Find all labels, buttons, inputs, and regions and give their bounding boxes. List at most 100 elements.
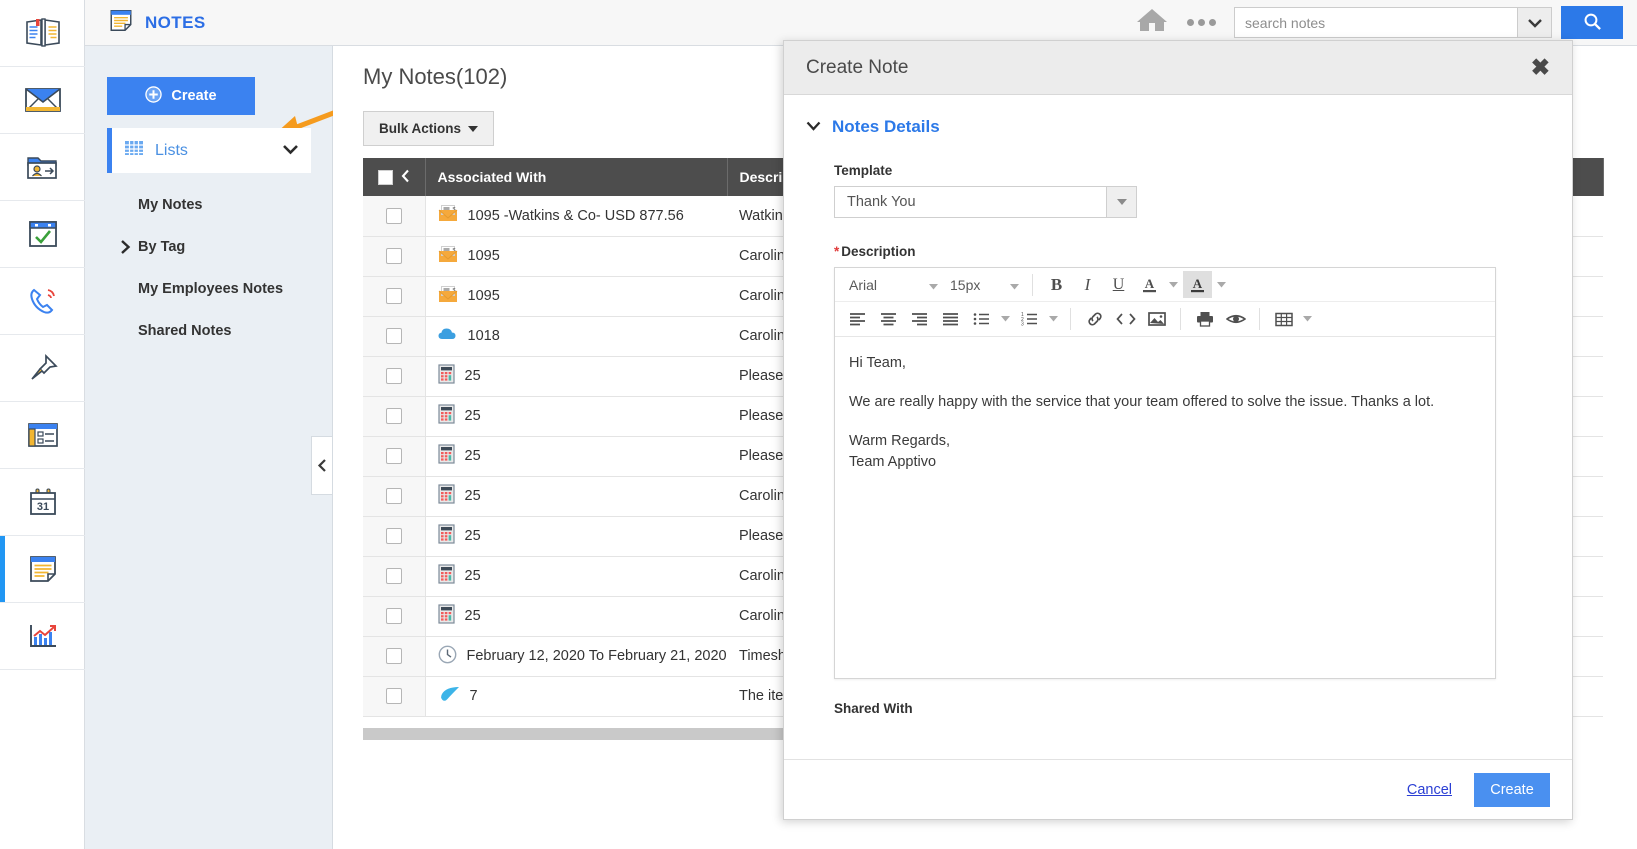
app-root: 31 NOTES search notes Create Lists My No… <box>0 0 1637 849</box>
associated-with-text: 1095 <box>467 248 500 264</box>
create-button[interactable]: Create <box>107 77 255 115</box>
description-editor-content[interactable]: Hi Team, We are really happy with the se… <box>835 337 1495 678</box>
numbered-list-icon[interactable]: 123 <box>1015 306 1044 333</box>
invoice-envelope-icon: $ <box>438 245 458 267</box>
sidebar-lists-group[interactable]: Lists <box>107 128 311 173</box>
row-checkbox[interactable] <box>385 368 402 385</box>
font-size-select[interactable]: 15px <box>944 272 1019 298</box>
calculator-icon <box>437 364 455 388</box>
rail-item-newsletter[interactable] <box>0 402 85 469</box>
font-color-caret-icon[interactable] <box>1166 271 1181 298</box>
associated-with-cell: 25 <box>425 356 727 397</box>
notes-details-section-header[interactable]: Notes Details <box>806 117 1550 137</box>
more-options-icon[interactable] <box>1183 19 1234 26</box>
rail-item-contacts[interactable] <box>0 134 85 201</box>
row-checkbox[interactable] <box>385 488 402 505</box>
source-code-icon[interactable] <box>1111 306 1140 333</box>
align-justify-icon[interactable] <box>936 306 965 333</box>
close-icon[interactable]: ✖ <box>1531 56 1550 79</box>
bulk-actions-button[interactable]: Bulk Actions <box>363 111 495 146</box>
insert-image-icon[interactable] <box>1142 306 1171 333</box>
create-button-label: Create <box>171 88 217 104</box>
highlight-color-icon[interactable]: A <box>1183 271 1212 298</box>
calculator-icon <box>437 484 455 508</box>
dialog-footer: Cancel Create <box>784 759 1572 819</box>
row-checkbox[interactable] <box>385 688 402 705</box>
table-icon[interactable] <box>1269 306 1298 333</box>
shared-with-label: Shared With <box>834 701 913 716</box>
rail-item-tasks[interactable] <box>0 201 85 268</box>
notes-icon <box>27 554 59 584</box>
template-select[interactable]: Thank You <box>834 186 1137 218</box>
dialog-header: Create Note ✖ <box>784 41 1572 95</box>
cancel-button[interactable]: Cancel <box>1407 782 1452 798</box>
search-button[interactable] <box>1561 6 1623 39</box>
row-checkbox[interactable] <box>385 207 402 224</box>
row-checkbox[interactable] <box>385 288 402 305</box>
font-color-icon[interactable]: A <box>1135 271 1164 298</box>
row-checkbox[interactable] <box>385 408 402 425</box>
sidebar-item-by-tag[interactable]: By Tag <box>85 230 333 264</box>
search-scope-chevron-down-icon[interactable] <box>1517 7 1552 38</box>
row-checkbox[interactable] <box>385 328 402 345</box>
row-checkbox[interactable] <box>385 648 402 665</box>
caret-down-icon <box>1106 187 1136 217</box>
bold-icon[interactable]: B <box>1042 271 1071 298</box>
associated-with-text: 25 <box>464 608 481 624</box>
caret-down-icon <box>929 277 938 293</box>
template-selected-value: Thank You <box>847 194 916 210</box>
associated-with-text: 1095 <box>467 288 500 304</box>
associated-with-text: 25 <box>464 408 481 424</box>
sidebar-item-shared-notes[interactable]: Shared Notes <box>85 314 333 348</box>
rail-item-mail[interactable] <box>0 67 85 134</box>
row-select-cell <box>363 516 426 557</box>
italic-icon[interactable]: I <box>1073 271 1102 298</box>
row-select-cell <box>363 396 426 437</box>
associated-with-cell: 25 <box>425 436 727 477</box>
row-checkbox[interactable] <box>385 448 402 465</box>
select-all-checkbox[interactable] <box>377 169 393 185</box>
numbered-list-caret-icon[interactable] <box>1046 306 1061 333</box>
align-right-icon[interactable] <box>905 306 934 333</box>
collapse-columns-icon[interactable] <box>401 169 410 186</box>
row-checkbox[interactable] <box>385 608 402 625</box>
highlight-color-caret-icon[interactable] <box>1214 271 1229 298</box>
sidebar-item-label: By Tag <box>138 239 186 255</box>
search-input[interactable] <box>1234 7 1517 38</box>
link-icon[interactable] <box>1080 306 1109 333</box>
row-checkbox[interactable] <box>385 248 402 265</box>
column-header-associated-with[interactable]: Associated With <box>425 158 728 196</box>
row-checkbox[interactable] <box>385 568 402 585</box>
svg-text:3: 3 <box>1021 322 1024 327</box>
bullet-list-icon[interactable] <box>967 306 996 333</box>
align-center-icon[interactable] <box>874 306 903 333</box>
rail-item-pin[interactable] <box>0 335 85 402</box>
rail-item-directory[interactable] <box>0 0 85 67</box>
home-icon[interactable] <box>1121 6 1183 39</box>
caret-down-icon <box>1010 277 1019 293</box>
associated-with-cell: February 12, 2020 To February 21, 2020 <box>425 636 727 677</box>
underline-icon[interactable]: U <box>1104 271 1133 298</box>
rail-item-calendar[interactable]: 31 <box>0 469 85 536</box>
rail-item-calls[interactable] <box>0 268 85 335</box>
row-checkbox[interactable] <box>385 528 402 545</box>
sidebar-item-my-employees-notes[interactable]: My Employees Notes <box>85 272 333 306</box>
print-icon[interactable] <box>1190 306 1219 333</box>
align-left-icon[interactable] <box>843 306 872 333</box>
sidebar: Create Lists My Notes By Tag My Employee… <box>85 46 358 849</box>
horizontal-scrollbar[interactable] <box>363 728 783 740</box>
bullet-list-caret-icon[interactable] <box>998 306 1013 333</box>
sidebar-item-my-notes[interactable]: My Notes <box>85 188 333 222</box>
svg-text:A: A <box>1145 276 1155 291</box>
font-family-select[interactable]: Arial <box>843 272 938 298</box>
table-caret-icon[interactable] <box>1300 306 1315 333</box>
rail-item-notes[interactable] <box>0 536 85 603</box>
row-select-cell <box>363 196 426 237</box>
sidebar-collapse-handle[interactable] <box>311 436 332 495</box>
rail-item-reports[interactable] <box>0 603 85 670</box>
create-note-submit-button[interactable]: Create <box>1474 772 1550 807</box>
mail-icon <box>24 86 62 114</box>
associated-with-cell: 25 <box>425 476 727 517</box>
preview-icon[interactable] <box>1221 306 1250 333</box>
editor-line: Warm Regards, <box>849 432 950 449</box>
